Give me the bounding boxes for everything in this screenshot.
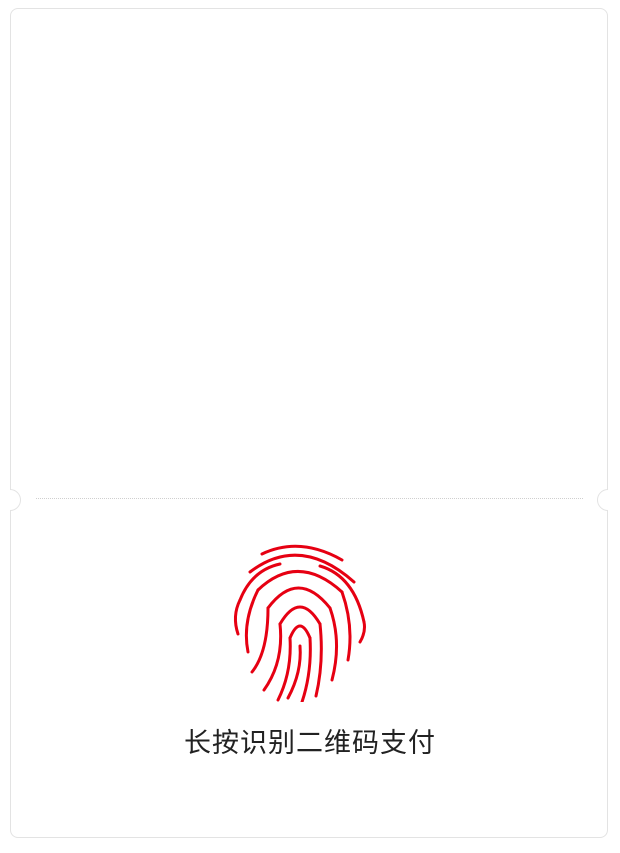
long-press-instruction: 长按识别二维码支付 [184,728,436,759]
right-notch [597,489,608,511]
dotted-divider [36,498,583,499]
payment-card [10,8,608,838]
left-notch [10,489,21,511]
qr-code-area[interactable] [11,9,607,498]
fingerprint-icon[interactable] [228,542,372,702]
